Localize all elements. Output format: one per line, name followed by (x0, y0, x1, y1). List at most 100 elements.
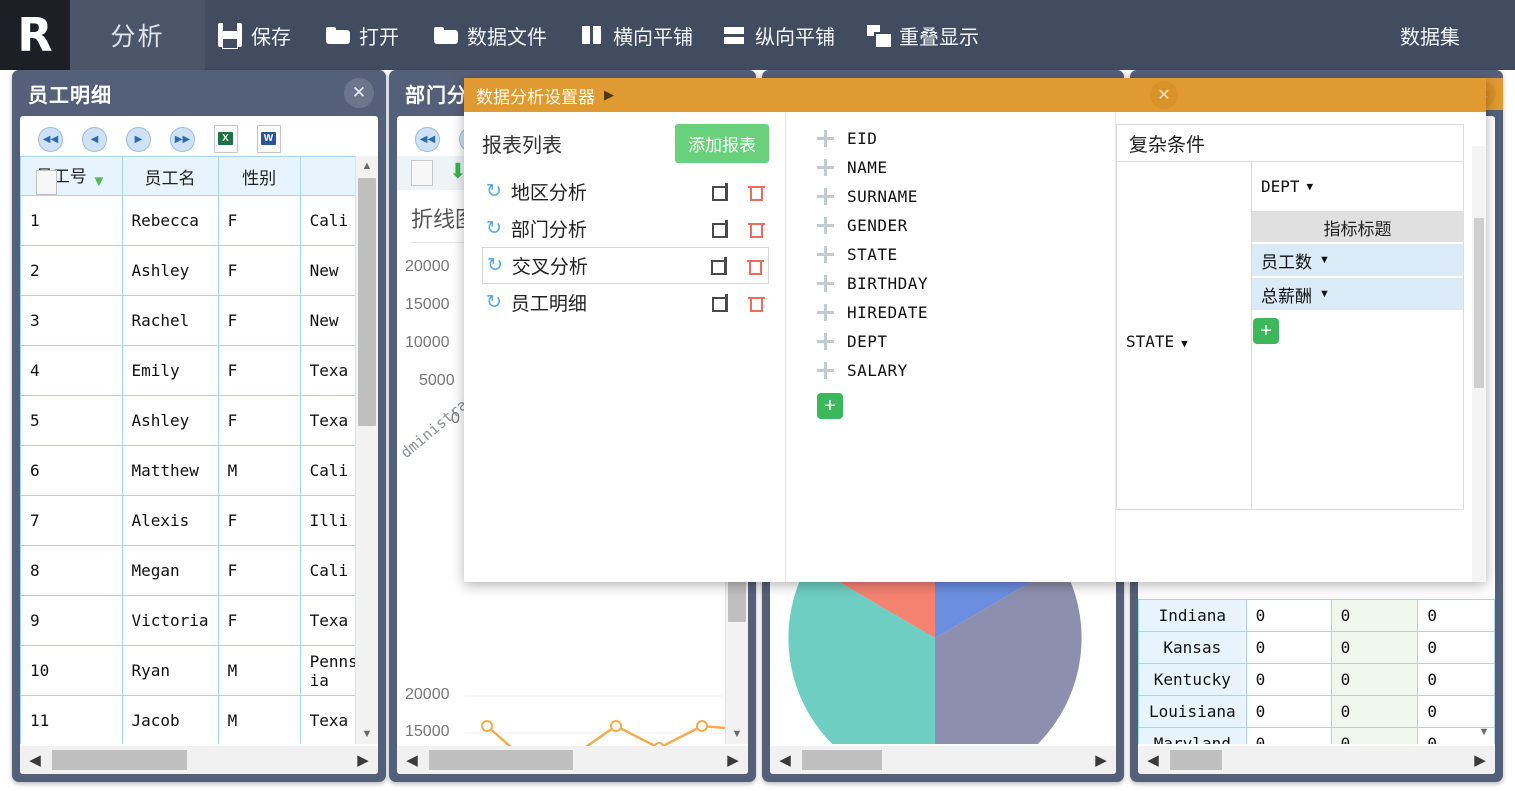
toolbar-cascade-button[interactable]: 重叠显示 (866, 0, 979, 70)
trash-icon[interactable] (748, 294, 765, 312)
trash-icon[interactable] (747, 257, 764, 275)
col-header-name[interactable]: 员工名 (122, 157, 218, 196)
copy-icon[interactable] (711, 257, 731, 275)
move-icon[interactable] (816, 216, 835, 235)
horizontal-scroll-thumb[interactable] (429, 750, 573, 770)
table-row[interactable]: Kentucky000 (1139, 664, 1495, 696)
dialog-close-icon[interactable]: ✕ (1150, 81, 1178, 109)
metric-chip-headcount[interactable]: 员工数▼ (1252, 244, 1463, 276)
tab-analysis[interactable]: 分析 (70, 0, 205, 70)
employee-vertical-scrollbar[interactable]: ▲ ▼ (355, 156, 378, 744)
scroll-down-icon[interactable]: ▼ (726, 724, 748, 744)
export-pdf-icon[interactable]: 人 (300, 125, 324, 153)
field-item-dept[interactable]: DEPT (816, 327, 1115, 356)
vertical-scroll-thumb[interactable] (1474, 218, 1484, 388)
table-row[interactable]: 11JacobMTexa (21, 696, 378, 745)
toolbar-tile-vertical-button[interactable]: 纵向平铺 (722, 0, 835, 70)
scroll-left-icon[interactable]: ◀ (770, 751, 800, 769)
dept-horizontal-scrollbar[interactable]: ◀ ▶ (397, 746, 748, 774)
toolbar-dataset-button[interactable]: 数据集 (1400, 0, 1460, 70)
scroll-right-icon[interactable]: ▶ (1086, 751, 1116, 769)
hscroll-track[interactable] (427, 750, 718, 770)
trash-icon[interactable] (748, 220, 765, 238)
refresh-icon[interactable]: ↻ (486, 291, 502, 314)
cross-horizontal-scrollbar[interactable]: ◀ ▶ (1138, 746, 1495, 774)
refresh-icon[interactable]: ↻ (486, 180, 502, 203)
vertical-scroll-thumb[interactable] (358, 178, 376, 426)
chevron-right-icon[interactable]: ▶ (604, 87, 614, 103)
scroll-left-icon[interactable]: ◀ (397, 751, 427, 769)
horizontal-scroll-thumb[interactable] (52, 750, 187, 770)
field-item-salary[interactable]: SALARY (816, 356, 1115, 385)
toolbar-tile-horizontal-button[interactable]: 横向平铺 (580, 0, 693, 70)
table-row[interactable]: Kansas000 (1139, 632, 1495, 664)
scroll-up-icon[interactable]: ▲ (356, 156, 378, 176)
report-item-employee[interactable]: ↻ 员工明细 (482, 284, 769, 321)
export-word-icon[interactable]: W (257, 125, 281, 153)
scroll-left-icon[interactable]: ◀ (1138, 751, 1168, 769)
trash-icon[interactable] (748, 183, 765, 201)
table-row[interactable]: Louisiana000 (1139, 696, 1495, 728)
table-row[interactable]: 1RebeccaFCali (21, 196, 378, 246)
prev-page-icon[interactable]: ◀ (82, 127, 107, 152)
employee-grid[interactable]: 员工号 ▼ 员工名 性别 1RebeccaFCali 2AshleyFNew 3… (20, 156, 378, 744)
field-item-state[interactable]: STATE (816, 240, 1115, 269)
horizontal-scroll-thumb[interactable] (802, 750, 882, 770)
table-row[interactable]: 10RyanMPenns ia (21, 646, 378, 696)
first-page-icon[interactable]: ◀◀ (415, 127, 440, 152)
report-item-dept[interactable]: ↻ 部门分析 (482, 210, 769, 247)
move-icon[interactable] (816, 361, 835, 380)
copy-icon[interactable] (712, 294, 732, 312)
metric-chip-totalsalary[interactable]: 总薪酬▼ (1252, 278, 1463, 310)
move-icon[interactable] (816, 245, 835, 264)
field-item-surname[interactable]: SURNAME (816, 182, 1115, 211)
scroll-down-icon[interactable]: ▼ (1473, 722, 1495, 742)
move-icon[interactable] (816, 303, 835, 322)
field-item-hiredate[interactable]: HIREDATE (816, 298, 1115, 327)
col-header-eid[interactable]: 员工号 ▼ (21, 157, 123, 196)
col-header-gender[interactable]: 性别 (218, 157, 300, 196)
add-field-button[interactable]: + (817, 393, 843, 419)
table-row[interactable]: 7AlexisFIlli (21, 496, 378, 546)
app-logo[interactable]: R (0, 0, 70, 70)
row-field-cell[interactable]: STATE▼ (1117, 162, 1252, 509)
report-item-region[interactable]: ↻ 地区分析 (482, 173, 769, 210)
table-row[interactable]: 2AshleyFNew (21, 246, 378, 296)
table-row[interactable]: 6MatthewMCali (21, 446, 378, 496)
toolbar-save-button[interactable]: 保存 (218, 0, 291, 70)
employee-horizontal-scrollbar[interactable]: ◀ ▶ (20, 746, 378, 774)
table-row[interactable]: 3RachelFNew (21, 296, 378, 346)
region-horizontal-scrollbar[interactable]: ◀ ▶ (770, 746, 1116, 774)
move-icon[interactable] (816, 158, 835, 177)
refresh-icon[interactable]: ↻ (486, 217, 502, 240)
add-report-button[interactable]: 添加报表 (675, 124, 769, 163)
toolbar-open-button[interactable]: 打开 (326, 0, 399, 70)
last-page-icon[interactable]: ▶▶ (170, 127, 195, 152)
dialog-vertical-scrollbar[interactable] (1472, 146, 1486, 582)
first-page-icon[interactable]: ◀◀ (38, 127, 63, 152)
table-row[interactable]: 4EmilyFTexa (21, 346, 378, 396)
hscroll-track[interactable] (50, 750, 348, 770)
hscroll-track[interactable] (1168, 750, 1465, 770)
scroll-right-icon[interactable]: ▶ (348, 751, 378, 769)
field-item-gender[interactable]: GENDER (816, 211, 1115, 240)
chevron-down-icon[interactable]: ▼ (1307, 180, 1314, 193)
horizontal-scroll-thumb[interactable] (1170, 750, 1222, 770)
copy-icon[interactable] (712, 183, 732, 201)
table-row[interactable]: 9VictoriaFTexa (21, 596, 378, 646)
table-row[interactable]: 5AshleyFTexa (21, 396, 378, 446)
field-item-name[interactable]: NAME (816, 153, 1115, 182)
scroll-down-icon[interactable]: ▼ (356, 724, 378, 744)
chevron-down-icon[interactable]: ▼ (1319, 254, 1330, 266)
field-item-birthday[interactable]: BIRTHDAY (816, 269, 1115, 298)
field-item-eid[interactable]: EID (816, 124, 1115, 153)
column-field-cell[interactable]: DEPT▼ (1252, 162, 1463, 212)
scroll-right-icon[interactable]: ▶ (718, 751, 748, 769)
dialog-titlebar[interactable]: 数据分析设置器 ▶ ✕ (464, 78, 1486, 112)
copy-icon[interactable] (712, 220, 732, 238)
report-item-cross[interactable]: ↻ 交叉分析 (482, 247, 769, 284)
move-icon[interactable] (816, 187, 835, 206)
chevron-down-icon[interactable]: ▼ (1181, 337, 1188, 350)
sort-desc-icon[interactable]: ▼ (92, 173, 107, 190)
table-row[interactable]: 8MeganFCali (21, 546, 378, 596)
